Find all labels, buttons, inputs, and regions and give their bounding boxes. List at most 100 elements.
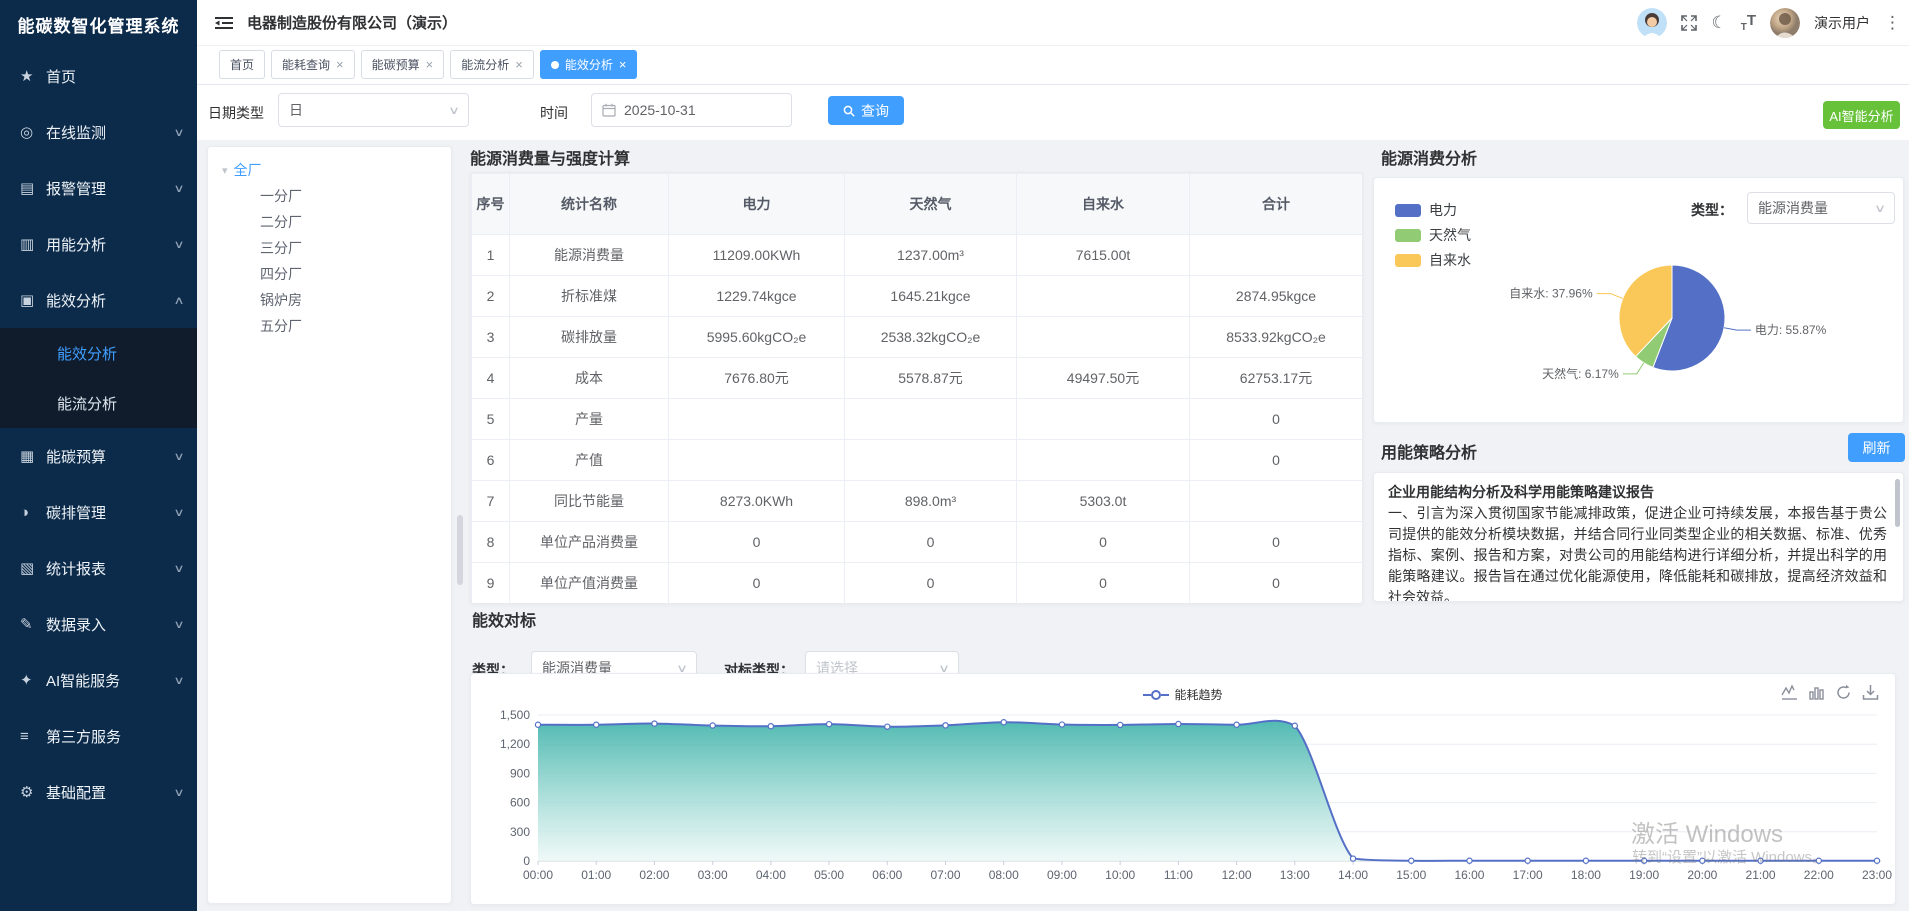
consumption-table-card: 序号统计名称电力天然气自来水合计1能源消费量11209.00KWh1237.00… <box>470 172 1363 604</box>
table-cell <box>845 440 1017 481</box>
x-axis-label: 00:00 <box>523 868 553 882</box>
close-icon[interactable]: × <box>619 57 627 72</box>
sidebar-nav: ★首页◎在线监测∨▤报警管理∨▥用能分析∨▣能效分析∧能效分析能流分析▦能碳预算… <box>0 48 197 820</box>
data-point-marker <box>943 723 948 728</box>
windows-watermark: 激活 Windows <box>1631 814 1783 849</box>
table-cell: 3 <box>472 317 510 358</box>
x-axis-label: 15:00 <box>1396 868 1426 882</box>
sidebar-item-label: 首页 <box>46 66 183 87</box>
data-point-marker <box>1525 858 1530 863</box>
table-cell: 1645.21kgce <box>845 276 1017 317</box>
tree-node-3[interactable]: 三分厂 <box>216 235 443 261</box>
chevron-down-icon: ∨ <box>173 786 184 799</box>
dark-mode-icon[interactable] <box>1711 13 1726 33</box>
factory-tree-panel: 全厂 一分厂二分厂三分厂四分厂锅炉房五分厂 <box>207 146 452 904</box>
sidebar-item-12[interactable]: ⚙基础配置∨ <box>0 764 197 820</box>
tab-3[interactable]: 能碳预算× <box>361 50 445 79</box>
sidebar-item-label: 数据录入 <box>46 614 175 635</box>
font-size-icon[interactable] <box>1741 12 1756 32</box>
user-name[interactable]: 演示用户 <box>1814 13 1870 33</box>
tab-1[interactable]: 首页 <box>219 50 265 79</box>
data-point-marker <box>535 722 540 727</box>
windows-watermark-sub: 转到“设置”以激活 Windows。 <box>1632 846 1827 867</box>
sidebar-item-10[interactable]: ✦AI智能服务∨ <box>0 652 197 708</box>
sidebar: 能碳数智化管理系统 ★首页◎在线监测∨▤报警管理∨▥用能分析∨▣能效分析∧能效分… <box>0 0 197 911</box>
query-button-label: 查询 <box>861 101 889 121</box>
data-point-marker <box>652 721 657 726</box>
budget-icon: ▦ <box>20 447 46 465</box>
table-cell <box>669 440 845 481</box>
tab-4[interactable]: 能流分析× <box>450 50 534 79</box>
sidebar-subitem-2[interactable]: 能流分析 <box>0 378 197 428</box>
carbon-icon: ◑ <box>20 504 46 521</box>
x-axis-label: 11:00 <box>1164 868 1193 882</box>
tab-2[interactable]: 能耗查询× <box>271 50 355 79</box>
sidebar-item-7[interactable]: ◑碳排管理∨ <box>0 484 197 540</box>
date-type-select[interactable]: 日 ∨ <box>278 93 469 127</box>
tab-label: 能效分析 <box>565 56 613 73</box>
pie-panel-title: 能源消费分析 <box>1381 145 1477 169</box>
data-point-marker <box>1874 858 1879 863</box>
data-point-marker <box>1583 858 1588 863</box>
collapse-menu-icon[interactable] <box>215 16 233 30</box>
more-menu-icon[interactable] <box>1884 13 1901 33</box>
sidebar-item-11[interactable]: ≡第三方服务 <box>0 708 197 764</box>
sidebar-item-9[interactable]: ✎数据录入∨ <box>0 596 197 652</box>
table-row: 6产值0 <box>472 440 1363 481</box>
tree-node-2[interactable]: 二分厂 <box>216 209 443 235</box>
close-icon[interactable]: × <box>515 57 523 72</box>
calendar-icon <box>602 103 616 117</box>
close-icon[interactable]: × <box>336 57 344 72</box>
sidebar-item-2[interactable]: ◎在线监测∨ <box>0 104 197 160</box>
column-header: 电力 <box>669 174 845 235</box>
table-cell: 成本 <box>510 358 669 399</box>
tree-node-4[interactable]: 四分厂 <box>216 261 443 287</box>
ai-analysis-button[interactable]: AI智能分析 <box>1823 101 1900 129</box>
query-button[interactable]: 查询 <box>828 96 904 125</box>
strategy-scrollbar[interactable] <box>1895 479 1900 527</box>
sidebar-item-label: 能碳预算 <box>46 446 175 467</box>
data-point-marker <box>1118 722 1123 727</box>
table-cell: 49497.50元 <box>1017 358 1190 399</box>
refresh-button[interactable]: 刷新 <box>1848 433 1905 462</box>
tree-node-root[interactable]: 全厂 <box>216 157 443 183</box>
sidebar-item-4[interactable]: ▥用能分析∨ <box>0 216 197 272</box>
time-label: 时间 <box>540 103 568 123</box>
table-cell <box>1017 399 1190 440</box>
table-cell <box>1190 235 1363 276</box>
chevron-down-icon: ∨ <box>173 126 184 139</box>
tree-node-6[interactable]: 五分厂 <box>216 313 443 339</box>
strategy-heading: 企业用能结构分析及科学用能策略建议报告 <box>1388 482 1887 503</box>
table-row: 7同比节能量8273.0KWh898.0m³5303.0t <box>472 481 1363 522</box>
caret-down-icon[interactable] <box>222 164 228 177</box>
assistant-avatar[interactable] <box>1637 8 1667 38</box>
table-cell: 4 <box>472 358 510 399</box>
sidebar-item-3[interactable]: ▤报警管理∨ <box>0 160 197 216</box>
sidebar-item-6[interactable]: ▦能碳预算∨ <box>0 428 197 484</box>
tree-node-5[interactable]: 锅炉房 <box>216 287 443 313</box>
y-axis-label: 1,200 <box>500 737 530 751</box>
tab-5[interactable]: 能效分析 × <box>540 50 638 79</box>
content-scrollbar[interactable] <box>457 515 463 585</box>
sidebar-item-5[interactable]: ▣能效分析∧ <box>0 272 197 328</box>
fullscreen-icon[interactable] <box>1681 15 1697 31</box>
time-input[interactable]: 2025-10-31 <box>591 93 792 127</box>
table-cell: 8533.92kgCO₂e <box>1190 317 1363 358</box>
table-cell: 0 <box>1190 440 1363 481</box>
sidebar-subitem-1[interactable]: 能效分析 <box>0 328 197 378</box>
table-cell: 7676.80元 <box>669 358 845 399</box>
table-cell: 碳排放量 <box>510 317 669 358</box>
table-cell <box>669 399 845 440</box>
pie-slice-label: 电力: 55.87% <box>1755 323 1827 337</box>
user-avatar[interactable] <box>1770 8 1800 38</box>
table-cell: 2 <box>472 276 510 317</box>
table-header-row: 序号统计名称电力天然气自来水合计 <box>472 174 1363 235</box>
close-icon[interactable]: × <box>426 57 434 72</box>
sidebar-item-1[interactable]: ★首页 <box>0 48 197 104</box>
sidebar-submenu: 能效分析能流分析 <box>0 328 197 428</box>
tree-node-1[interactable]: 一分厂 <box>216 183 443 209</box>
sidebar-item-8[interactable]: ▧统计报表∨ <box>0 540 197 596</box>
table-cell: 1237.00m³ <box>845 235 1017 276</box>
strategy-panel-title: 用能策略分析 <box>1381 439 1477 463</box>
table-cell: 5995.60kgCO₂e <box>669 317 845 358</box>
